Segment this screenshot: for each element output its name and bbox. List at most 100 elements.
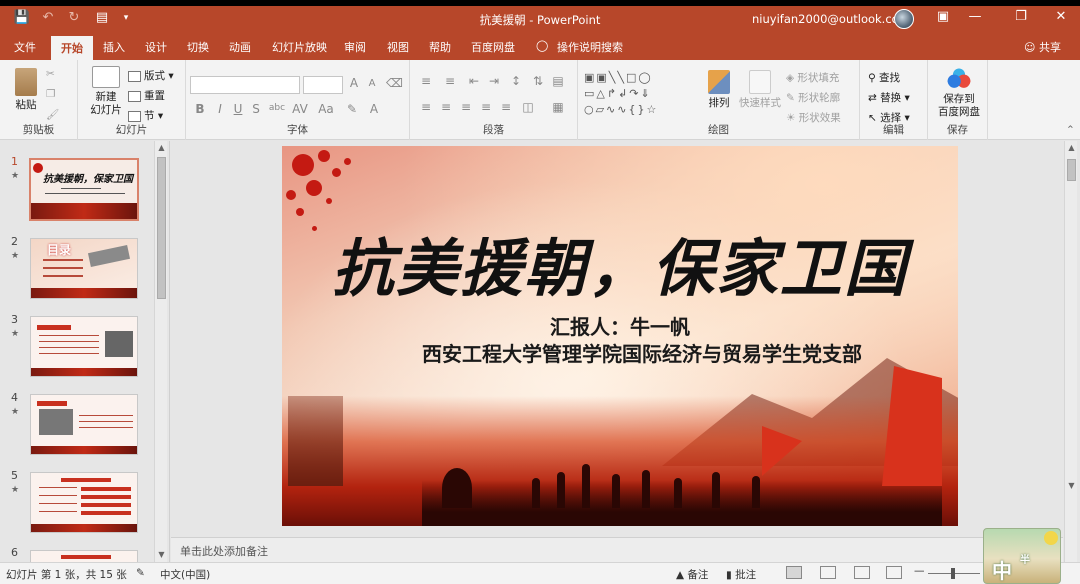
thumbnail-slide-5[interactable] <box>30 472 138 533</box>
align-left-icon[interactable]: ≡ <box>418 100 434 114</box>
editor-scrollbar[interactable]: ▲ ▼ <box>1064 141 1077 562</box>
text-shadow-button[interactable]: abc <box>266 103 288 113</box>
tab-home[interactable]: 开始 <box>51 36 93 60</box>
reset-button[interactable]: 重置 <box>128 88 165 103</box>
thumbnail-slide-4[interactable] <box>30 394 138 455</box>
cut-icon[interactable]: ✂ <box>46 68 55 80</box>
shapes-row-3: ○▱∿∿{}☆ <box>584 103 659 116</box>
zoom-slider-knob[interactable] <box>951 568 955 579</box>
thumbnails-scrollbar[interactable]: ▲ ▼ <box>154 141 167 562</box>
find-button[interactable]: ⚲ 查找 <box>868 70 900 85</box>
thumbnail-slide-1[interactable]: 抗美援朝，保家卫国 <box>29 158 139 221</box>
increase-indent-icon[interactable]: ⇥ <box>486 74 502 88</box>
reading-view-icon[interactable] <box>854 566 870 579</box>
arrange-button[interactable]: 排列 <box>704 70 734 110</box>
slide-sorter-icon[interactable] <box>820 566 836 579</box>
text-direction-icon[interactable]: ⇅ <box>530 74 546 88</box>
thumbnail-slide-2[interactable]: 目录 <box>30 238 138 299</box>
ribbon-display-icon[interactable]: ▣ <box>928 9 958 24</box>
bullets-icon[interactable]: ≡ <box>418 74 434 88</box>
ime-status-widget[interactable]: 中 半 <box>983 528 1061 584</box>
italic-button[interactable]: I <box>212 102 228 116</box>
tab-transitions[interactable]: 切换 <box>187 39 209 55</box>
clipboard-icon <box>15 68 37 96</box>
section-button[interactable]: 节 ▾ <box>128 108 163 123</box>
normal-view-icon[interactable] <box>786 566 802 579</box>
strike-button[interactable]: S <box>248 102 264 116</box>
notes-label: 备注 <box>687 569 709 581</box>
line-spacing-icon[interactable]: ↕ <box>508 74 524 88</box>
align-right-icon[interactable]: ≡ <box>458 100 474 114</box>
tab-slideshow[interactable]: 幻灯片放映 <box>272 39 327 55</box>
scroll-up-icon[interactable]: ▲ <box>1065 143 1078 152</box>
tell-me-search[interactable]: 操作说明搜索 <box>557 39 623 55</box>
scroll-down-icon[interactable]: ▼ <box>1065 481 1078 490</box>
tab-view[interactable]: 视图 <box>387 39 409 55</box>
scroll-down-icon[interactable]: ▼ <box>155 550 168 559</box>
numbering-icon[interactable]: ≡ <box>442 74 458 88</box>
format-painter-icon[interactable]: 🖌 <box>46 108 59 121</box>
decrease-indent-icon[interactable]: ⇤ <box>466 74 482 88</box>
avatar[interactable] <box>894 9 914 29</box>
tab-animations[interactable]: 动画 <box>229 39 251 55</box>
slide-title[interactable]: 抗美援朝，保家卫国 <box>282 218 958 308</box>
highlight-icon[interactable]: ✎ <box>344 102 360 116</box>
thumbnail-slide-3[interactable] <box>30 316 138 377</box>
collapse-ribbon-icon[interactable]: ⌃ <box>1066 124 1075 136</box>
smartart-icon[interactable]: ▦ <box>550 100 566 114</box>
slide-reporter[interactable]: 汇报人：牛一帆 <box>282 311 958 340</box>
save-to-baidu-button[interactable]: 保存到 百度网盘 <box>934 68 984 119</box>
change-case-button[interactable]: Aa <box>316 102 336 116</box>
align-text-icon[interactable]: ▤ <box>550 74 566 88</box>
tab-baidu-netdisk[interactable]: 百度网盘 <box>471 39 515 55</box>
tab-insert[interactable]: 插入 <box>103 39 125 55</box>
thumb-line <box>39 353 99 354</box>
copy-icon[interactable]: ❐ <box>46 88 55 100</box>
tab-review[interactable]: 审阅 <box>344 39 366 55</box>
paste-button[interactable]: 粘贴 <box>8 68 44 112</box>
spell-check-icon[interactable]: ✎ <box>136 567 145 579</box>
clear-format-icon[interactable]: ⌫ <box>386 76 403 90</box>
underline-button[interactable]: U <box>230 102 246 116</box>
shrink-font-button[interactable]: A <box>364 78 380 89</box>
comments-toggle[interactable]: ▮ 批注 <box>726 567 756 582</box>
notes-toggle[interactable]: ▲ 备注 <box>676 567 708 582</box>
layout-button[interactable]: 版式 ▾ <box>128 68 174 83</box>
language-indicator[interactable]: 中文(中国) <box>160 567 210 582</box>
font-name-dropdown[interactable] <box>190 76 300 94</box>
shapes-gallery[interactable]: ▣▣╲╲□◯ ▭△↱↲↷⇓ ○▱∿∿{}☆ <box>584 70 696 120</box>
close-icon[interactable]: ✕ <box>1046 9 1076 24</box>
slide-organization[interactable]: 西安工程大学管理学院国际经济与贸易学生党支部 <box>282 338 958 367</box>
thumb-number: 4 <box>11 391 18 404</box>
slide-canvas[interactable]: 抗美援朝，保家卫国 汇报人：牛一帆 西安工程大学管理学院国际经济与贸易学生党支部 <box>282 146 958 526</box>
scroll-thumb[interactable] <box>1067 159 1076 181</box>
account-name[interactable]: niuyifan2000@outlook.com <box>752 12 910 26</box>
columns-icon[interactable]: ◫ <box>520 100 536 114</box>
distributed-icon[interactable]: ≡ <box>498 100 514 114</box>
tab-design[interactable]: 设计 <box>145 39 167 55</box>
align-center-icon[interactable]: ≡ <box>438 100 454 114</box>
minimize-icon[interactable]: — <box>960 9 990 24</box>
quick-styles-button[interactable]: 快速样式 <box>738 70 782 110</box>
font-color-icon[interactable]: A <box>366 102 382 116</box>
replace-button[interactable]: ⇄ 替换 ▾ <box>868 90 910 105</box>
thumb-line <box>43 275 83 277</box>
restore-icon[interactable]: ❐ <box>1006 9 1036 24</box>
shape-fill-button[interactable]: ◈ 形状填充 <box>786 70 839 85</box>
justify-icon[interactable]: ≡ <box>478 100 494 114</box>
font-size-dropdown[interactable] <box>303 76 343 94</box>
tab-help[interactable]: 帮助 <box>429 39 451 55</box>
shape-outline-button[interactable]: ✎ 形状轮廓 <box>786 90 840 105</box>
grow-font-button[interactable]: A <box>346 76 362 90</box>
scroll-up-icon[interactable]: ▲ <box>155 143 168 152</box>
notes-pane[interactable]: 单击此处添加备注 <box>171 537 1063 562</box>
new-slide-button[interactable]: 新建 幻灯片 <box>84 66 128 117</box>
bold-button[interactable]: B <box>192 102 208 116</box>
layout-label: 版式 <box>144 70 165 82</box>
slideshow-view-icon[interactable] <box>886 566 902 579</box>
zoom-out-icon[interactable]: — <box>914 565 925 577</box>
tab-file[interactable]: 文件 <box>14 39 36 55</box>
share-button[interactable]: ☺ 共享 <box>1024 39 1061 55</box>
char-spacing-button[interactable]: AV <box>290 102 310 116</box>
scroll-thumb[interactable] <box>157 157 166 299</box>
